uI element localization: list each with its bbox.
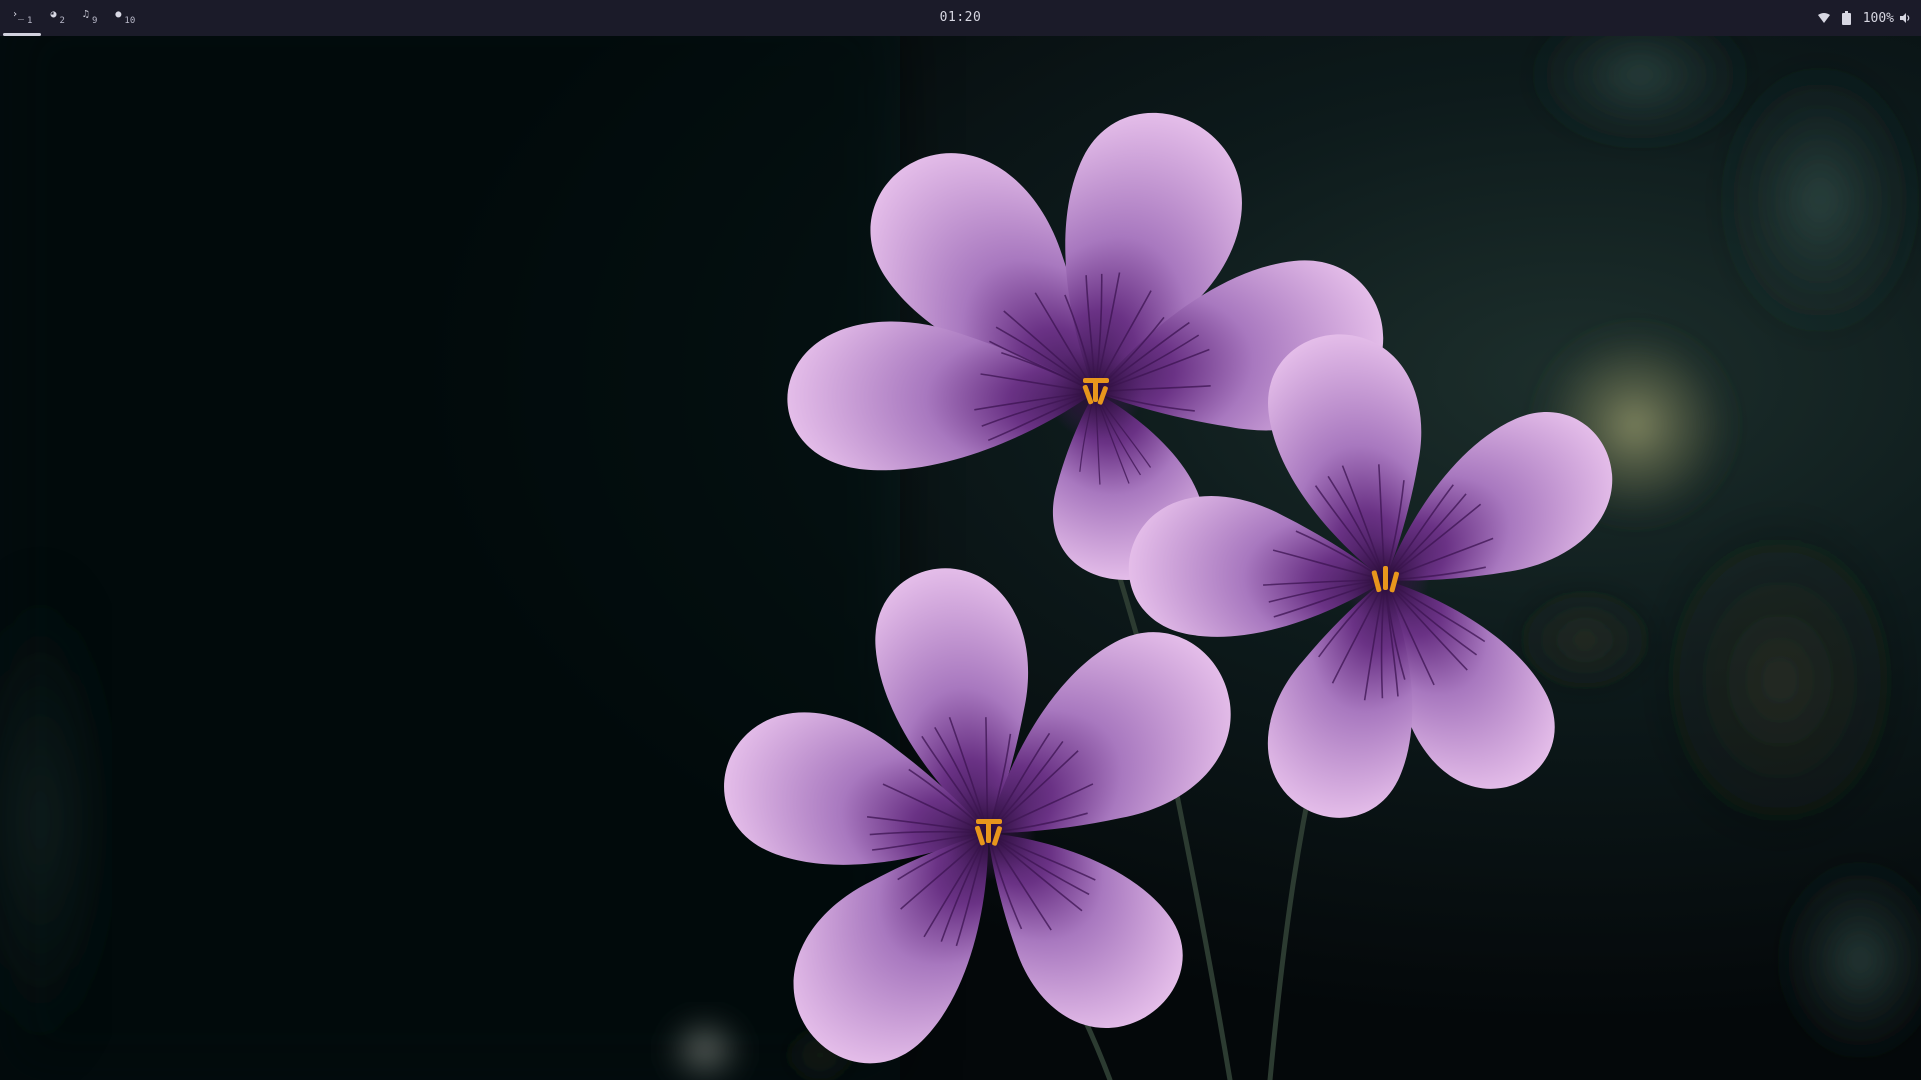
clock[interactable]: 01:20 (940, 10, 982, 25)
system-tray: 100% (1817, 0, 1911, 36)
wallpaper (0, 0, 1921, 1080)
desktop: ›_ 1 ◕ 2 ♫ 9 ● 10 01:20 100% (0, 0, 1921, 1080)
top-bar: ›_ 1 ◕ 2 ♫ 9 ● 10 01:20 100% (0, 0, 1921, 36)
volume-control[interactable]: 100% (1863, 11, 1911, 26)
wifi-icon[interactable] (1817, 13, 1830, 23)
battery-icon[interactable] (1841, 11, 1851, 25)
speaker-icon (1900, 13, 1911, 23)
clock-container: 01:20 (0, 0, 1921, 36)
volume-level: 100% (1862, 10, 1894, 26)
